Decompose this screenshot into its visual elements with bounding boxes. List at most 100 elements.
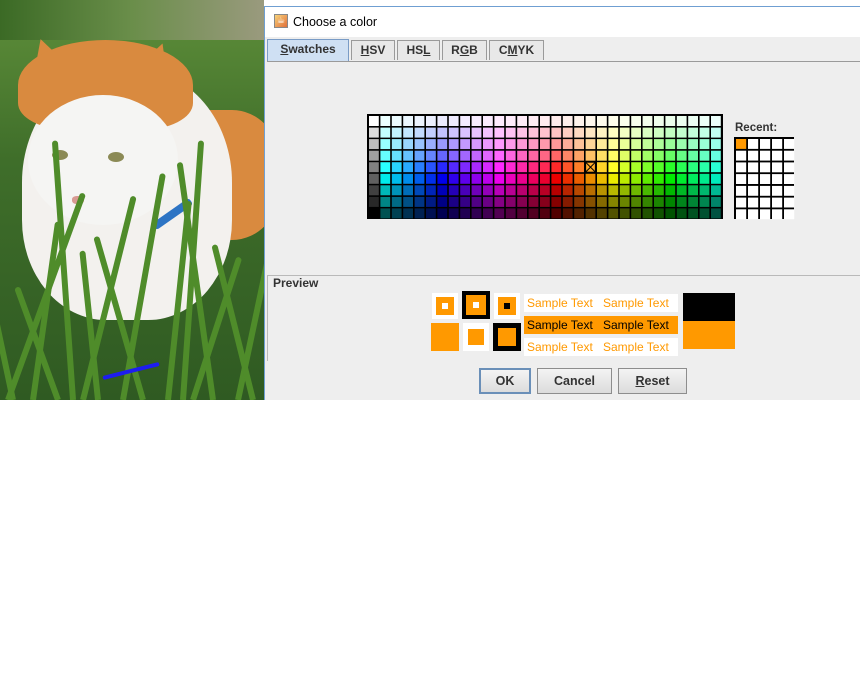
swatch-cell[interactable] — [483, 127, 493, 138]
swatch-cell[interactable] — [414, 185, 425, 196]
swatch-cell[interactable] — [642, 127, 653, 138]
swatch-cell[interactable] — [654, 173, 664, 184]
swatch-cell[interactable] — [528, 196, 539, 207]
swatch-cell[interactable] — [642, 196, 653, 207]
swatch-cell[interactable] — [517, 196, 527, 207]
swatch-cell[interactable] — [631, 116, 641, 126]
swatch-cell[interactable] — [494, 185, 505, 196]
recent-swatch-cell[interactable] — [760, 150, 771, 161]
swatch-cell[interactable] — [460, 173, 470, 184]
swatch-cell[interactable] — [460, 208, 470, 219]
tab-cmyk[interactable]: CMYK — [489, 40, 544, 60]
swatch-cell[interactable] — [494, 116, 505, 126]
recent-swatch-grid[interactable] — [734, 137, 795, 220]
swatch-cell[interactable] — [631, 173, 641, 184]
swatch-cell[interactable] — [505, 162, 516, 173]
swatch-cell[interactable] — [391, 116, 402, 126]
swatch-cell[interactable] — [528, 150, 539, 161]
swatch-cell[interactable] — [471, 116, 482, 126]
ok-button[interactable]: OK — [479, 368, 531, 394]
swatch-cell[interactable] — [631, 127, 641, 138]
swatch-cell[interactable] — [460, 150, 470, 161]
swatch-cell[interactable] — [391, 196, 402, 207]
recent-swatch-cell[interactable] — [748, 185, 759, 196]
swatch-cell[interactable] — [471, 173, 482, 184]
swatch-cell[interactable] — [676, 116, 687, 126]
swatch-cell[interactable] — [631, 196, 641, 207]
swatch-cell[interactable] — [540, 185, 550, 196]
swatch-cell[interactable] — [426, 162, 436, 173]
swatch-cell[interactable] — [676, 162, 687, 173]
swatch-cell[interactable] — [437, 208, 448, 219]
swatch-cell[interactable] — [597, 116, 607, 126]
swatch-cell[interactable] — [676, 196, 687, 207]
swatch-cell[interactable] — [494, 196, 505, 207]
swatch-cell[interactable] — [471, 150, 482, 161]
swatch-cell[interactable] — [688, 162, 698, 173]
swatch-cell[interactable] — [448, 150, 459, 161]
swatch-cell[interactable] — [403, 150, 413, 161]
swatch-cell[interactable] — [665, 139, 676, 150]
swatch-cell[interactable] — [699, 173, 710, 184]
recent-swatch-cell[interactable] — [736, 209, 747, 220]
swatch-cell[interactable] — [597, 150, 607, 161]
swatch-cell[interactable] — [437, 173, 448, 184]
swatch-cell[interactable] — [517, 116, 527, 126]
swatch-cell[interactable] — [699, 185, 710, 196]
swatch-cell[interactable] — [540, 139, 550, 150]
swatch-cell[interactable] — [654, 127, 664, 138]
swatch-cell[interactable] — [619, 185, 630, 196]
swatch-cell[interactable] — [562, 139, 573, 150]
swatch-cell[interactable] — [505, 196, 516, 207]
swatch-cell[interactable] — [540, 116, 550, 126]
swatch-cell[interactable] — [391, 139, 402, 150]
swatch-cell[interactable] — [391, 173, 402, 184]
swatch-cell[interactable] — [414, 162, 425, 173]
recent-swatch-cell[interactable] — [772, 197, 783, 208]
recent-swatch-cell[interactable] — [748, 174, 759, 184]
swatch-cell[interactable] — [460, 139, 470, 150]
swatch-cell[interactable] — [631, 208, 641, 219]
swatch-cell[interactable] — [448, 139, 459, 150]
swatch-cell[interactable] — [414, 150, 425, 161]
swatch-cell[interactable] — [483, 162, 493, 173]
recent-swatch-cell[interactable] — [748, 139, 759, 149]
swatch-cell[interactable] — [391, 185, 402, 196]
recent-swatch-cell[interactable] — [760, 185, 771, 196]
cancel-button[interactable]: Cancel — [537, 368, 612, 394]
recent-swatch-cell[interactable] — [772, 185, 783, 196]
swatch-cell[interactable] — [631, 162, 641, 173]
recent-swatch-cell[interactable] — [760, 197, 771, 208]
swatch-cell[interactable] — [403, 127, 413, 138]
swatch-cell[interactable] — [426, 173, 436, 184]
swatch-cell[interactable] — [380, 208, 391, 219]
swatch-cell[interactable] — [471, 185, 482, 196]
swatch-cell[interactable] — [517, 139, 527, 150]
swatch-cell[interactable] — [642, 150, 653, 161]
swatch-cell[interactable] — [380, 116, 391, 126]
swatch-cell[interactable] — [369, 173, 379, 184]
swatch-cell[interactable] — [619, 173, 630, 184]
swatch-cell[interactable] — [608, 162, 619, 173]
swatch-cell[interactable] — [699, 150, 710, 161]
swatch-cell[interactable] — [369, 196, 379, 207]
swatch-cell[interactable] — [528, 139, 539, 150]
recent-swatch-cell[interactable] — [784, 150, 795, 161]
recent-swatch-cell[interactable] — [748, 197, 759, 208]
swatch-cell[interactable] — [528, 127, 539, 138]
swatch-cell[interactable] — [711, 127, 721, 138]
swatch-cell[interactable] — [448, 127, 459, 138]
swatch-cell[interactable] — [483, 173, 493, 184]
swatch-cell[interactable] — [437, 150, 448, 161]
swatch-cell[interactable] — [699, 127, 710, 138]
swatch-cell[interactable] — [619, 208, 630, 219]
tab-swatches[interactable]: Swatches — [267, 39, 349, 61]
swatch-cell[interactable] — [688, 173, 698, 184]
swatch-cell[interactable] — [551, 127, 562, 138]
swatch-cell[interactable] — [483, 185, 493, 196]
swatch-cell[interactable] — [471, 208, 482, 219]
swatch-cell[interactable] — [414, 196, 425, 207]
swatch-cell[interactable] — [619, 139, 630, 150]
swatch-cell[interactable] — [426, 150, 436, 161]
swatch-cell[interactable] — [426, 127, 436, 138]
